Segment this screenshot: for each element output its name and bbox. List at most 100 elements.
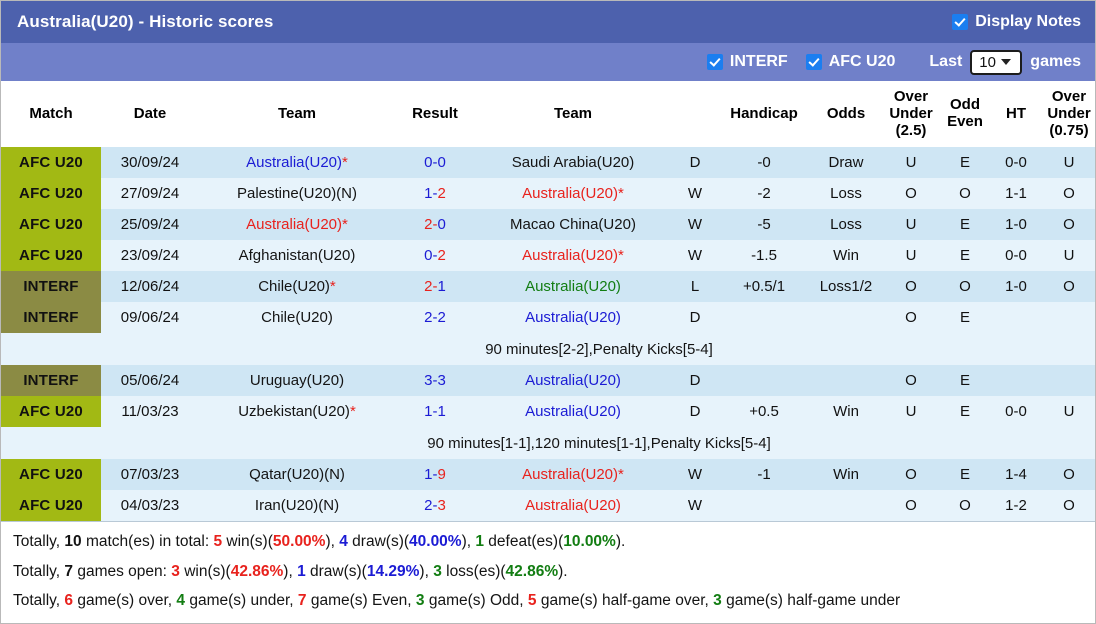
league-badge[interactable]: AFC U20 [1, 240, 101, 271]
home-team-name: Qatar(U20)(N) [249, 466, 345, 483]
table-header-row: Match Date Team Result Team Handicap Odd… [1, 81, 1096, 147]
odds-value [809, 490, 883, 521]
away-team-star-icon: * [618, 247, 624, 264]
league-badge[interactable]: AFC U20 [1, 209, 101, 240]
table-row[interactable]: AFC U2030/09/24Australia(U20)*0-0Saudi A… [1, 147, 1096, 178]
result-indicator: D [671, 302, 719, 333]
score-home: 2 [424, 278, 432, 295]
column-header-over-under-25[interactable]: Over Under (2.5) [883, 81, 939, 147]
score-home: 2 [424, 309, 432, 326]
away-team[interactable]: Australia(U20)* [475, 459, 671, 490]
home-team[interactable]: Iran(U20)(N) [199, 490, 395, 521]
over-under-25: O [883, 302, 939, 333]
score-home: 2 [424, 497, 432, 514]
open-draws: 1 [297, 563, 306, 580]
home-team[interactable]: Uzbekistan(U20)* [199, 396, 395, 427]
league-badge[interactable]: INTERF [1, 365, 101, 396]
table-row[interactable]: AFC U2004/03/23Iran(U20)(N)2-3Australia(… [1, 490, 1096, 521]
table-row[interactable]: AFC U2025/09/24Australia(U20)*2-0Macao C… [1, 209, 1096, 240]
home-team-name: Uzbekistan(U20) [238, 403, 350, 420]
score-away: 3 [438, 372, 446, 389]
column-header-result[interactable]: Result [395, 81, 475, 147]
home-team[interactable]: Afghanistan(U20) [199, 240, 395, 271]
result-indicator: W [671, 178, 719, 209]
match-date: 07/03/23 [101, 459, 199, 490]
column-header-team-away[interactable]: Team [475, 81, 671, 147]
away-team[interactable]: Australia(U20)* [475, 178, 671, 209]
checkbox-icon[interactable] [707, 54, 723, 70]
away-team[interactable]: Macao China(U20) [475, 209, 671, 240]
column-header-over-under-075[interactable]: Over Under (0.75) [1041, 81, 1096, 147]
match-date: 11/03/23 [101, 396, 199, 427]
away-team[interactable]: Australia(U20) [475, 271, 671, 302]
home-team[interactable]: Australia(U20)* [199, 147, 395, 178]
checkbox-icon[interactable] [806, 54, 822, 70]
table-row[interactable]: INTERF12/06/24Chile(U20)*2-1Australia(U2… [1, 271, 1096, 302]
home-team[interactable]: Palestine(U20)(N) [199, 178, 395, 209]
home-team[interactable]: Chile(U20) [199, 302, 395, 333]
table-row[interactable]: INTERF09/06/24Chile(U20)2-2Australia(U20… [1, 302, 1096, 333]
column-header-wdl [671, 81, 719, 147]
away-team[interactable]: Saudi Arabia(U20) [475, 147, 671, 178]
result-indicator: W [671, 240, 719, 271]
title-bar: Australia(U20) - Historic scores Display… [1, 1, 1095, 43]
display-notes-toggle[interactable]: Display Notes [952, 13, 1081, 31]
over-under-075 [1041, 302, 1096, 333]
match-result: 2-3 [395, 490, 475, 521]
half-time-score: 0-0 [991, 240, 1041, 271]
league-badge[interactable]: AFC U20 [1, 178, 101, 209]
league-badge[interactable]: AFC U20 [1, 147, 101, 178]
table-row[interactable]: AFC U2011/03/23Uzbekistan(U20)*1-1Austra… [1, 396, 1096, 427]
home-team-name: Australia(U20) [246, 154, 342, 171]
league-badge[interactable]: AFC U20 [1, 490, 101, 521]
column-header-odd-even[interactable]: Odd Even [939, 81, 991, 147]
games-count-select[interactable]: 10 [970, 50, 1022, 75]
checkbox-icon[interactable] [952, 14, 968, 30]
score-home: 3 [424, 372, 432, 389]
score-away: 3 [438, 497, 446, 514]
match-date: 27/09/24 [101, 178, 199, 209]
home-team[interactable]: Chile(U20)* [199, 271, 395, 302]
filter-toggle-interf[interactable]: INTERF [707, 53, 788, 71]
away-team[interactable]: Australia(U20) [475, 302, 671, 333]
score-home: 2 [424, 216, 432, 233]
over-under-25: O [883, 178, 939, 209]
away-team[interactable]: Australia(U20)* [475, 240, 671, 271]
over-under-075 [1041, 365, 1096, 396]
home-team[interactable]: Qatar(U20)(N) [199, 459, 395, 490]
filter-label-interf: INTERF [730, 53, 788, 71]
away-team[interactable]: Australia(U20) [475, 396, 671, 427]
league-badge[interactable]: AFC U20 [1, 459, 101, 490]
handicap-value: -1 [719, 459, 809, 490]
home-team[interactable]: Australia(U20)* [199, 209, 395, 240]
oe-line2: Even [947, 113, 983, 130]
filter-toggle-afc-u20[interactable]: AFC U20 [806, 53, 896, 71]
table-row[interactable]: AFC U2023/09/24Afghanistan(U20)0-2Austra… [1, 240, 1096, 271]
away-team[interactable]: Australia(U20) [475, 365, 671, 396]
away-team[interactable]: Australia(U20) [475, 490, 671, 521]
score-away: 0 [438, 216, 446, 233]
page-title: Australia(U20) - Historic scores [17, 12, 273, 32]
column-header-match[interactable]: Match [1, 81, 101, 147]
home-team[interactable]: Uruguay(U20) [199, 365, 395, 396]
total-draws: 4 [339, 533, 348, 550]
league-badge[interactable]: INTERF [1, 271, 101, 302]
table-row[interactable]: INTERF05/06/24Uruguay(U20)3-3Australia(U… [1, 365, 1096, 396]
column-header-handicap[interactable]: Handicap [719, 81, 809, 147]
games-half-under: 3 [713, 592, 722, 609]
win-percent: 50.00% [273, 533, 326, 550]
column-header-date[interactable]: Date [101, 81, 199, 147]
table-row[interactable]: AFC U2027/09/24Palestine(U20)(N)1-2Austr… [1, 178, 1096, 209]
odds-value: Win [809, 459, 883, 490]
options-bar: INTERF AFC U20 Last 10 games [1, 43, 1095, 81]
games-odd: 3 [416, 592, 425, 609]
over-under-075: O [1041, 209, 1096, 240]
table-row[interactable]: AFC U2007/03/23Qatar(U20)(N)1-9Australia… [1, 459, 1096, 490]
score-away: 0 [438, 154, 446, 171]
open-games: 7 [64, 563, 73, 580]
column-header-ht[interactable]: HT [991, 81, 1041, 147]
column-header-team-home[interactable]: Team [199, 81, 395, 147]
league-badge[interactable]: INTERF [1, 302, 101, 333]
league-badge[interactable]: AFC U20 [1, 396, 101, 427]
column-header-odds[interactable]: Odds [809, 81, 883, 147]
